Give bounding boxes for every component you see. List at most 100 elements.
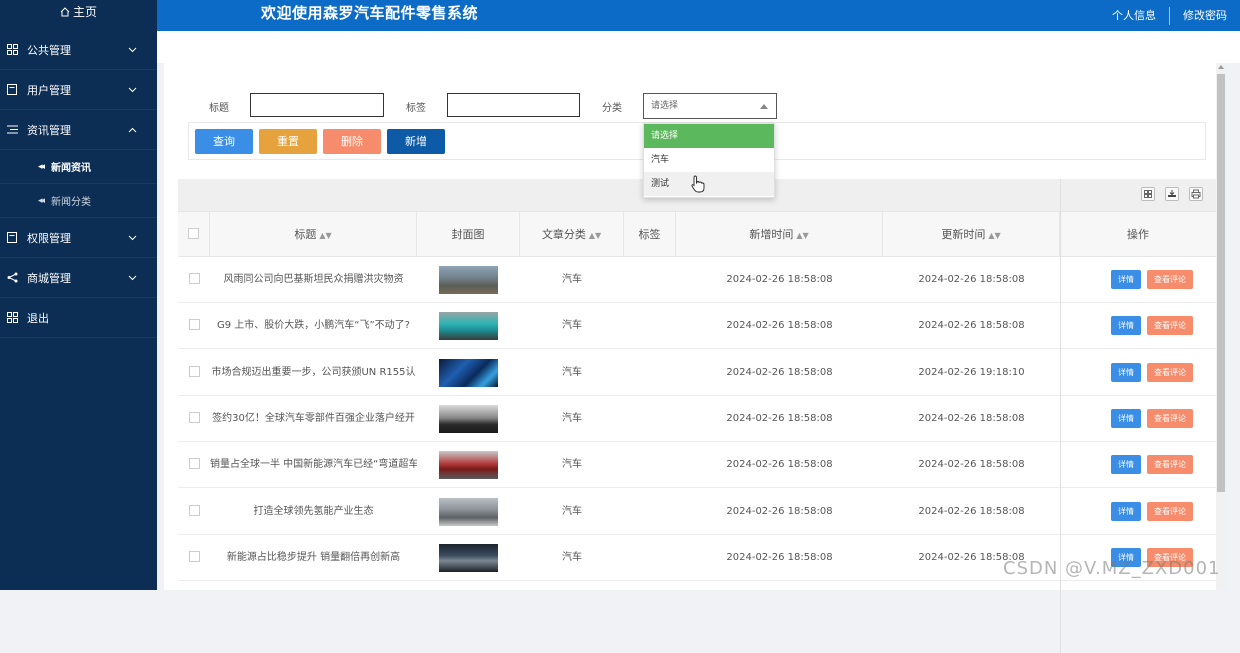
delete-button[interactable]: 删除: [323, 129, 381, 154]
print-icon[interactable]: [1189, 187, 1203, 201]
row-checkbox[interactable]: [189, 411, 200, 423]
cover-image: [439, 312, 498, 341]
column-header-title[interactable]: 标题 ▲▼: [210, 212, 417, 257]
row-tag: [624, 257, 676, 302]
chevron-up-icon: [127, 125, 137, 135]
caret-up-icon: [760, 104, 768, 109]
row-created-time: 2024-02-26 18:58:08: [726, 412, 833, 424]
row-category: 汽车: [562, 274, 582, 285]
title-filter-input[interactable]: [250, 93, 384, 117]
cover-image: [439, 451, 498, 480]
document-icon: [6, 232, 18, 244]
dropdown-option[interactable]: 汽车: [644, 148, 774, 172]
row-created-time: 2024-02-26 18:58:08: [726, 505, 833, 517]
sidebar-item-logout[interactable]: 退出: [0, 298, 157, 338]
dropdown-option[interactable]: 请选择: [644, 124, 774, 148]
change-password-link[interactable]: 修改密码: [1170, 6, 1240, 26]
category-select[interactable]: 请选择: [643, 93, 777, 119]
view-comments-button[interactable]: 查看评论: [1147, 501, 1193, 521]
row-checkbox[interactable]: [189, 458, 200, 470]
sidebar-item-users[interactable]: 用户管理: [0, 70, 157, 110]
sidebar-sub-news-info[interactable]: ◂◂ 新闻资讯: [0, 150, 157, 184]
home-icon: [60, 7, 70, 17]
row-category: 汽车: [562, 505, 582, 517]
sidebar-item-news[interactable]: 资讯管理: [0, 110, 157, 150]
view-comments-button[interactable]: 查看评论: [1147, 270, 1193, 289]
row-category: 汽车: [562, 551, 582, 563]
row-title: 风雨同公司向巴基斯坦民众捐赠洪灾物资: [223, 274, 404, 285]
detail-button[interactable]: 详情: [1111, 270, 1141, 289]
top-header: 欢迎使用森罗汽车配件零售系统 个人信息 修改密码: [157, 0, 1240, 31]
row-checkbox[interactable]: [189, 550, 200, 562]
tab-strip: [157, 31, 1240, 63]
column-header-action: 操作: [1127, 228, 1149, 241]
row-updated-time: 2024-02-26 18:58:08: [918, 459, 1025, 471]
scroll-up-arrow-icon[interactable]: [1218, 65, 1224, 69]
row-updated-time: 2024-02-26 18:58:08: [918, 505, 1025, 517]
title-filter-label: 标题: [209, 103, 229, 114]
category-select-value: 请选择: [651, 101, 679, 111]
reset-button[interactable]: 重置: [259, 129, 317, 154]
detail-button[interactable]: 详情: [1111, 501, 1141, 521]
watermark: CSDN @V.MZ_ZXD001: [1003, 558, 1221, 579]
column-header-updated[interactable]: 更新时间 ▲▼: [883, 212, 1060, 257]
sidebar-sub-label: 新闻资讯: [51, 163, 92, 174]
detail-button[interactable]: 详情: [1111, 408, 1141, 428]
cover-image: [439, 497, 498, 526]
row-category: 汽车: [562, 366, 582, 378]
sidebar-item-label: 用户管理: [27, 83, 71, 97]
row-tag: [624, 442, 676, 487]
row-tag: [624, 396, 676, 441]
view-comments-button[interactable]: 查看评论: [1147, 408, 1193, 428]
double-arrow-left-icon: ◂◂: [38, 161, 45, 172]
row-tag: [624, 489, 676, 534]
dropdown-option[interactable]: 测试: [644, 172, 774, 196]
row-title: 签约30亿！全球汽车零部件百强企业落户经开: [212, 412, 415, 424]
row-updated-time: 2024-02-26 18:58:08: [918, 412, 1025, 424]
scrollbar-thumb[interactable]: [1217, 74, 1225, 492]
chevron-down-icon: [127, 45, 137, 55]
export-icon[interactable]: [1165, 187, 1179, 201]
chevron-down-icon: [127, 273, 137, 283]
view-comments-button[interactable]: 查看评论: [1147, 316, 1193, 336]
row-title: 新能源占比稳步提升 销量翻倍再创新高: [226, 551, 401, 563]
row-created-time: 2024-02-26 18:58:08: [726, 366, 833, 378]
query-button[interactable]: 查询: [195, 129, 253, 154]
row-checkbox[interactable]: [189, 365, 200, 377]
sidebar-item-permissions[interactable]: 权限管理: [0, 218, 157, 258]
row-category: 汽车: [562, 320, 582, 332]
sidebar-item-public[interactable]: 公共管理: [0, 30, 157, 70]
select-all-checkbox[interactable]: [188, 228, 199, 239]
fixed-column-divider: [1060, 179, 1061, 653]
row-checkbox[interactable]: [189, 504, 200, 516]
profile-link[interactable]: 个人信息: [1099, 6, 1169, 26]
sort-icon: ▲▼: [796, 230, 809, 240]
row-updated-time: 2024-02-26 18:58:08: [918, 320, 1025, 332]
sidebar-sub-label: 新闻分类: [51, 197, 92, 208]
cover-image: [439, 266, 498, 294]
column-header-tag: 标签: [624, 212, 676, 257]
sidebar-item-label: 公共管理: [27, 43, 71, 57]
app-title: 欢迎使用森罗汽车配件零售系统: [261, 4, 479, 22]
detail-button[interactable]: 详情: [1111, 316, 1141, 336]
row-tag: [624, 535, 676, 580]
add-button[interactable]: 新增: [387, 129, 445, 154]
view-comments-button[interactable]: 查看评论: [1147, 455, 1193, 475]
detail-button[interactable]: 详情: [1111, 455, 1141, 475]
sort-icon: ▲▼: [988, 230, 1001, 240]
column-header-created[interactable]: 新增时间 ▲▼: [676, 212, 883, 257]
view-comments-button[interactable]: 查看评论: [1147, 362, 1193, 382]
sidebar-home[interactable]: 主页: [0, 0, 157, 24]
sidebar-item-mall[interactable]: 商城管理: [0, 258, 157, 298]
tag-filter-input[interactable]: [447, 93, 580, 117]
document-icon: [6, 84, 18, 96]
column-header-category[interactable]: 文章分类 ▲▼: [520, 212, 624, 257]
row-title: 打造全球领先氢能产业生态: [253, 505, 374, 517]
row-checkbox[interactable]: [189, 319, 200, 331]
row-checkbox[interactable]: [189, 273, 200, 284]
row-created-time: 2024-02-26 18:58:08: [726, 320, 833, 332]
sidebar-sub-news-category[interactable]: ◂◂ 新闻分类: [0, 184, 157, 218]
columns-icon[interactable]: [1141, 187, 1155, 201]
detail-button[interactable]: 详情: [1111, 362, 1141, 382]
row-category: 汽车: [562, 459, 582, 471]
